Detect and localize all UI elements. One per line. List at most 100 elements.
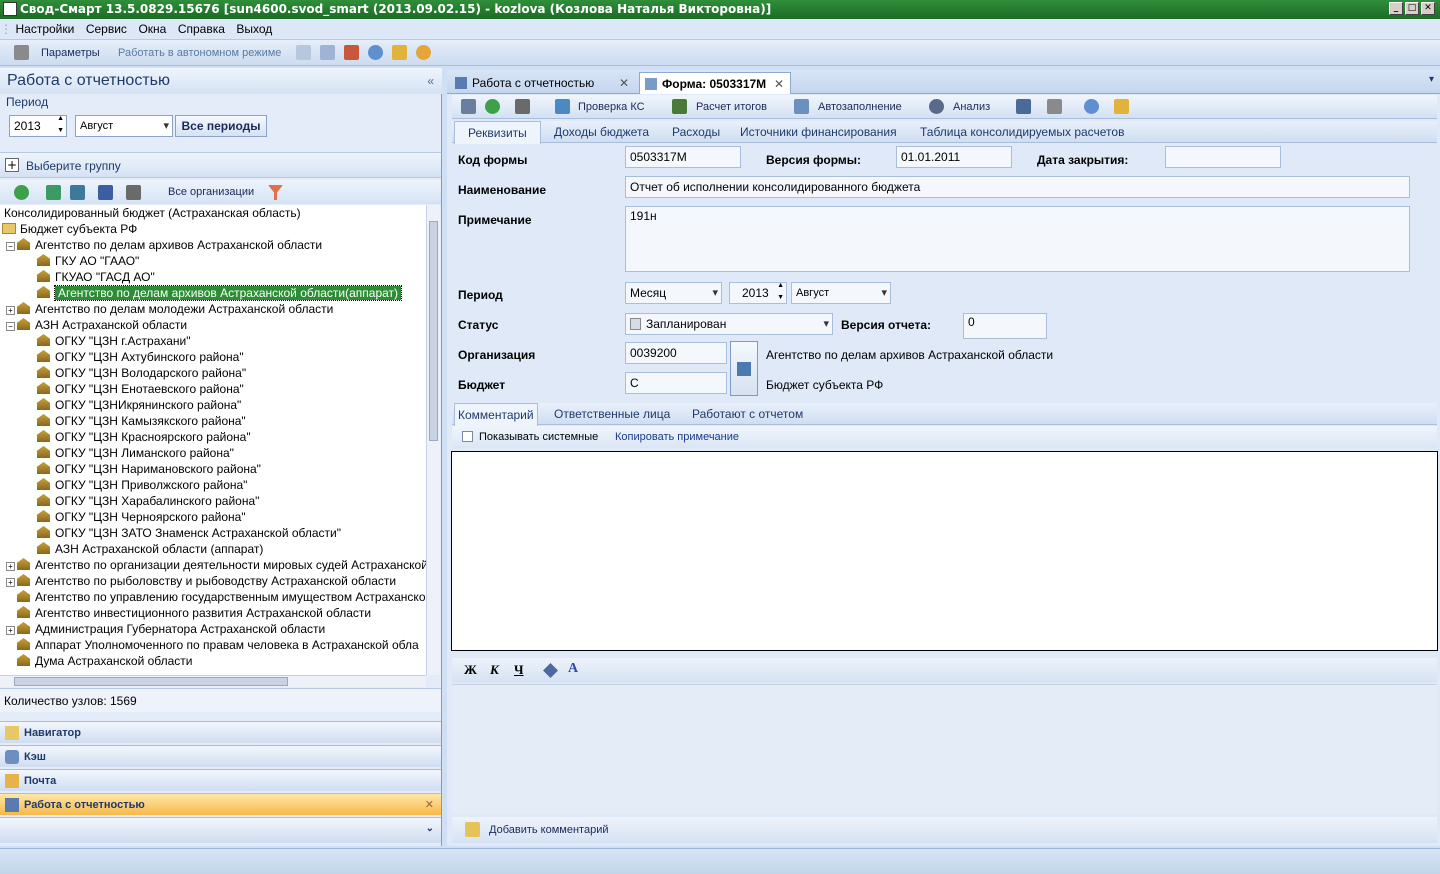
save-icon[interactable] bbox=[461, 99, 476, 114]
nav-cache[interactable]: Кэш bbox=[0, 745, 441, 767]
menu-settings[interactable]: Настройки bbox=[12, 19, 79, 40]
tab-working[interactable]: Работают с отчетом bbox=[692, 403, 803, 425]
form-version-field[interactable]: 01.01.2011 bbox=[896, 146, 1012, 168]
group-selector[interactable]: + Выберите группу bbox=[0, 152, 441, 178]
tab-income[interactable]: Доходы бюджета bbox=[554, 121, 649, 143]
tree-vertical-scrollbar[interactable] bbox=[426, 205, 440, 675]
tab-consolidated-table[interactable]: Таблица консолидируемых расчетов bbox=[920, 121, 1124, 143]
form-code-field[interactable]: 0503317М bbox=[625, 146, 741, 168]
expand-icon[interactable]: + bbox=[6, 306, 15, 315]
users-icon[interactable] bbox=[416, 45, 431, 60]
exit-door-icon[interactable] bbox=[1114, 99, 1129, 114]
collapse-icon[interactable]: − bbox=[6, 242, 15, 251]
menu-help[interactable]: Справка bbox=[174, 19, 229, 40]
tree-item[interactable]: ОГКУ "ЦЗН Красноярского района" bbox=[37, 429, 251, 445]
exit-door-icon[interactable] bbox=[392, 45, 407, 60]
spin-arrows-icon[interactable]: ▲ ▼ bbox=[57, 113, 64, 137]
tree-item[interactable]: Аппарат Уполномоченного по правам челове… bbox=[17, 637, 419, 653]
nav-overflow[interactable]: ⌄ bbox=[0, 817, 441, 843]
check-icon[interactable] bbox=[555, 99, 570, 114]
tree-item[interactable]: ОГКУ "ЦЗН Черноярского района" bbox=[37, 509, 246, 525]
status-select[interactable]: Запланирован bbox=[625, 313, 833, 335]
italic-button[interactable]: К bbox=[490, 662, 499, 678]
show-system-checkbox[interactable] bbox=[462, 431, 473, 442]
report-icon[interactable] bbox=[344, 45, 359, 60]
menu-windows[interactable]: Окна bbox=[134, 19, 170, 40]
calc-totals-button[interactable]: Расчет итогов bbox=[696, 95, 767, 119]
org-code-field[interactable]: 0039200 bbox=[625, 342, 727, 364]
fill-color-icon[interactable] bbox=[543, 663, 558, 678]
analysis-icon[interactable] bbox=[929, 99, 944, 114]
tree-item[interactable]: ГКУАО "ГАСД АО" bbox=[37, 269, 155, 285]
tree-item[interactable]: − Агентство по делам архивов Астраханской… bbox=[6, 237, 322, 253]
maximize-button[interactable]: □ bbox=[1405, 2, 1419, 15]
calendar-icon[interactable] bbox=[296, 45, 311, 60]
info-icon[interactable] bbox=[1084, 99, 1099, 114]
org-picker-button[interactable] bbox=[730, 341, 758, 396]
tree-item[interactable]: ОГКУ "ЦЗНИкрянинского района" bbox=[37, 397, 241, 413]
nav-mail[interactable]: Почта bbox=[0, 769, 441, 791]
tree-item[interactable]: ОГКУ "ЦЗН Приволжского района" bbox=[37, 477, 247, 493]
tree-item[interactable]: ОГКУ "ЦЗН Володарского района" bbox=[37, 365, 246, 381]
refresh-icon[interactable] bbox=[485, 99, 500, 114]
year-spinner[interactable]: 2013 ▲ ▼ bbox=[9, 115, 67, 137]
check-ks-button[interactable]: Проверка КС bbox=[578, 95, 645, 119]
tree-item[interactable]: Бюджет субъекта РФ bbox=[2, 221, 137, 237]
refresh-icon[interactable] bbox=[14, 185, 29, 200]
budget-code-field[interactable]: С bbox=[625, 372, 727, 394]
tree-item[interactable]: + Агентство по рыболовству и рыбоводству … bbox=[6, 573, 396, 589]
spin-arrows-icon[interactable]: ▲ ▼ bbox=[777, 280, 784, 304]
collapse-icon[interactable]: « bbox=[427, 68, 434, 94]
hscroll-thumb[interactable] bbox=[14, 677, 288, 686]
close-button[interactable]: ✕ bbox=[1421, 2, 1435, 15]
tabs-menu-icon[interactable]: ▾ bbox=[1429, 74, 1434, 85]
minimize-button[interactable]: _ bbox=[1389, 2, 1403, 15]
tree-item[interactable]: + Агентство по организации деятельности м… bbox=[6, 557, 426, 573]
print-icon[interactable] bbox=[515, 99, 530, 114]
tab-reports[interactable]: Работа с отчетностью ✕ bbox=[450, 72, 635, 94]
font-color-button[interactable]: A bbox=[568, 661, 578, 677]
tree-item[interactable]: ОГКУ "ЦЗН Наримановского района" bbox=[37, 461, 261, 477]
params-button[interactable]: Параметры bbox=[41, 40, 100, 66]
expand-icon[interactable]: + bbox=[6, 626, 15, 635]
analysis-button[interactable]: Анализ bbox=[953, 95, 990, 119]
tree-item[interactable]: Агентство по управлению государственным … bbox=[17, 589, 426, 605]
expand-all-icon[interactable] bbox=[46, 185, 61, 200]
period-year-spinner[interactable]: 2013 ▲ ▼ bbox=[729, 282, 787, 304]
report-version-field[interactable]: 0 bbox=[963, 313, 1047, 339]
menu-exit[interactable]: Выход bbox=[232, 19, 276, 40]
copy-note-button[interactable]: Копировать примечание bbox=[615, 429, 739, 445]
tree-item[interactable]: Консолидированный бюджет (Астраханская о… bbox=[4, 205, 301, 221]
offline-mode-button[interactable]: Работать в автономном режиме bbox=[118, 40, 281, 66]
calc-icon[interactable] bbox=[672, 99, 687, 114]
tree-item[interactable]: ГКУ АО "ГААО" bbox=[37, 253, 139, 269]
name-field[interactable]: Отчет об исполнении консолидированного б… bbox=[625, 176, 1410, 198]
tree-item[interactable]: + Агентство по делам молодежи Астраханско… bbox=[6, 301, 333, 317]
autofill-button[interactable]: Автозаполнение bbox=[818, 95, 902, 119]
close-date-field[interactable] bbox=[1165, 146, 1281, 168]
expand-icon[interactable]: + bbox=[6, 578, 15, 587]
chevron-down-icon[interactable]: ⌄ bbox=[426, 818, 434, 840]
tree-item[interactable]: ОГКУ "ЦЗН ЗАТО Знаменск Астраханской обл… bbox=[37, 525, 341, 541]
month-select[interactable]: Август bbox=[75, 115, 173, 137]
tab-comment[interactable]: Комментарий bbox=[454, 403, 538, 426]
note-field[interactable]: 191н bbox=[625, 206, 1410, 272]
tree-item[interactable]: Агентство по делам архивов Астраханской … bbox=[37, 285, 403, 301]
collapse-icon[interactable]: − bbox=[6, 322, 15, 331]
all-orgs-button[interactable]: Все организации bbox=[168, 180, 254, 204]
close-tab-icon[interactable]: ✕ bbox=[774, 73, 784, 95]
tree-item[interactable]: ОГКУ "ЦЗН г.Астрахани" bbox=[37, 333, 191, 349]
comment-editor[interactable] bbox=[452, 684, 1437, 814]
find-icon[interactable] bbox=[98, 185, 113, 200]
tab-expenses[interactable]: Расходы bbox=[672, 121, 720, 143]
book-icon[interactable] bbox=[1016, 99, 1031, 114]
tree-item[interactable]: ОГКУ "ЦЗН Енотаевского района" bbox=[37, 381, 244, 397]
tab-financing[interactable]: Источники финансирования bbox=[740, 121, 897, 143]
tree-item[interactable]: + Администрация Губернатора Астраханской … bbox=[6, 621, 325, 637]
autofill-icon[interactable] bbox=[794, 99, 809, 114]
tree-item[interactable]: ОГКУ "ЦЗН Ахтубинского района" bbox=[37, 349, 244, 365]
print-icon[interactable] bbox=[126, 185, 141, 200]
tools-icon[interactable] bbox=[1047, 99, 1062, 114]
collapse-all-icon[interactable] bbox=[70, 185, 85, 200]
close-icon[interactable]: ✕ bbox=[425, 794, 434, 816]
